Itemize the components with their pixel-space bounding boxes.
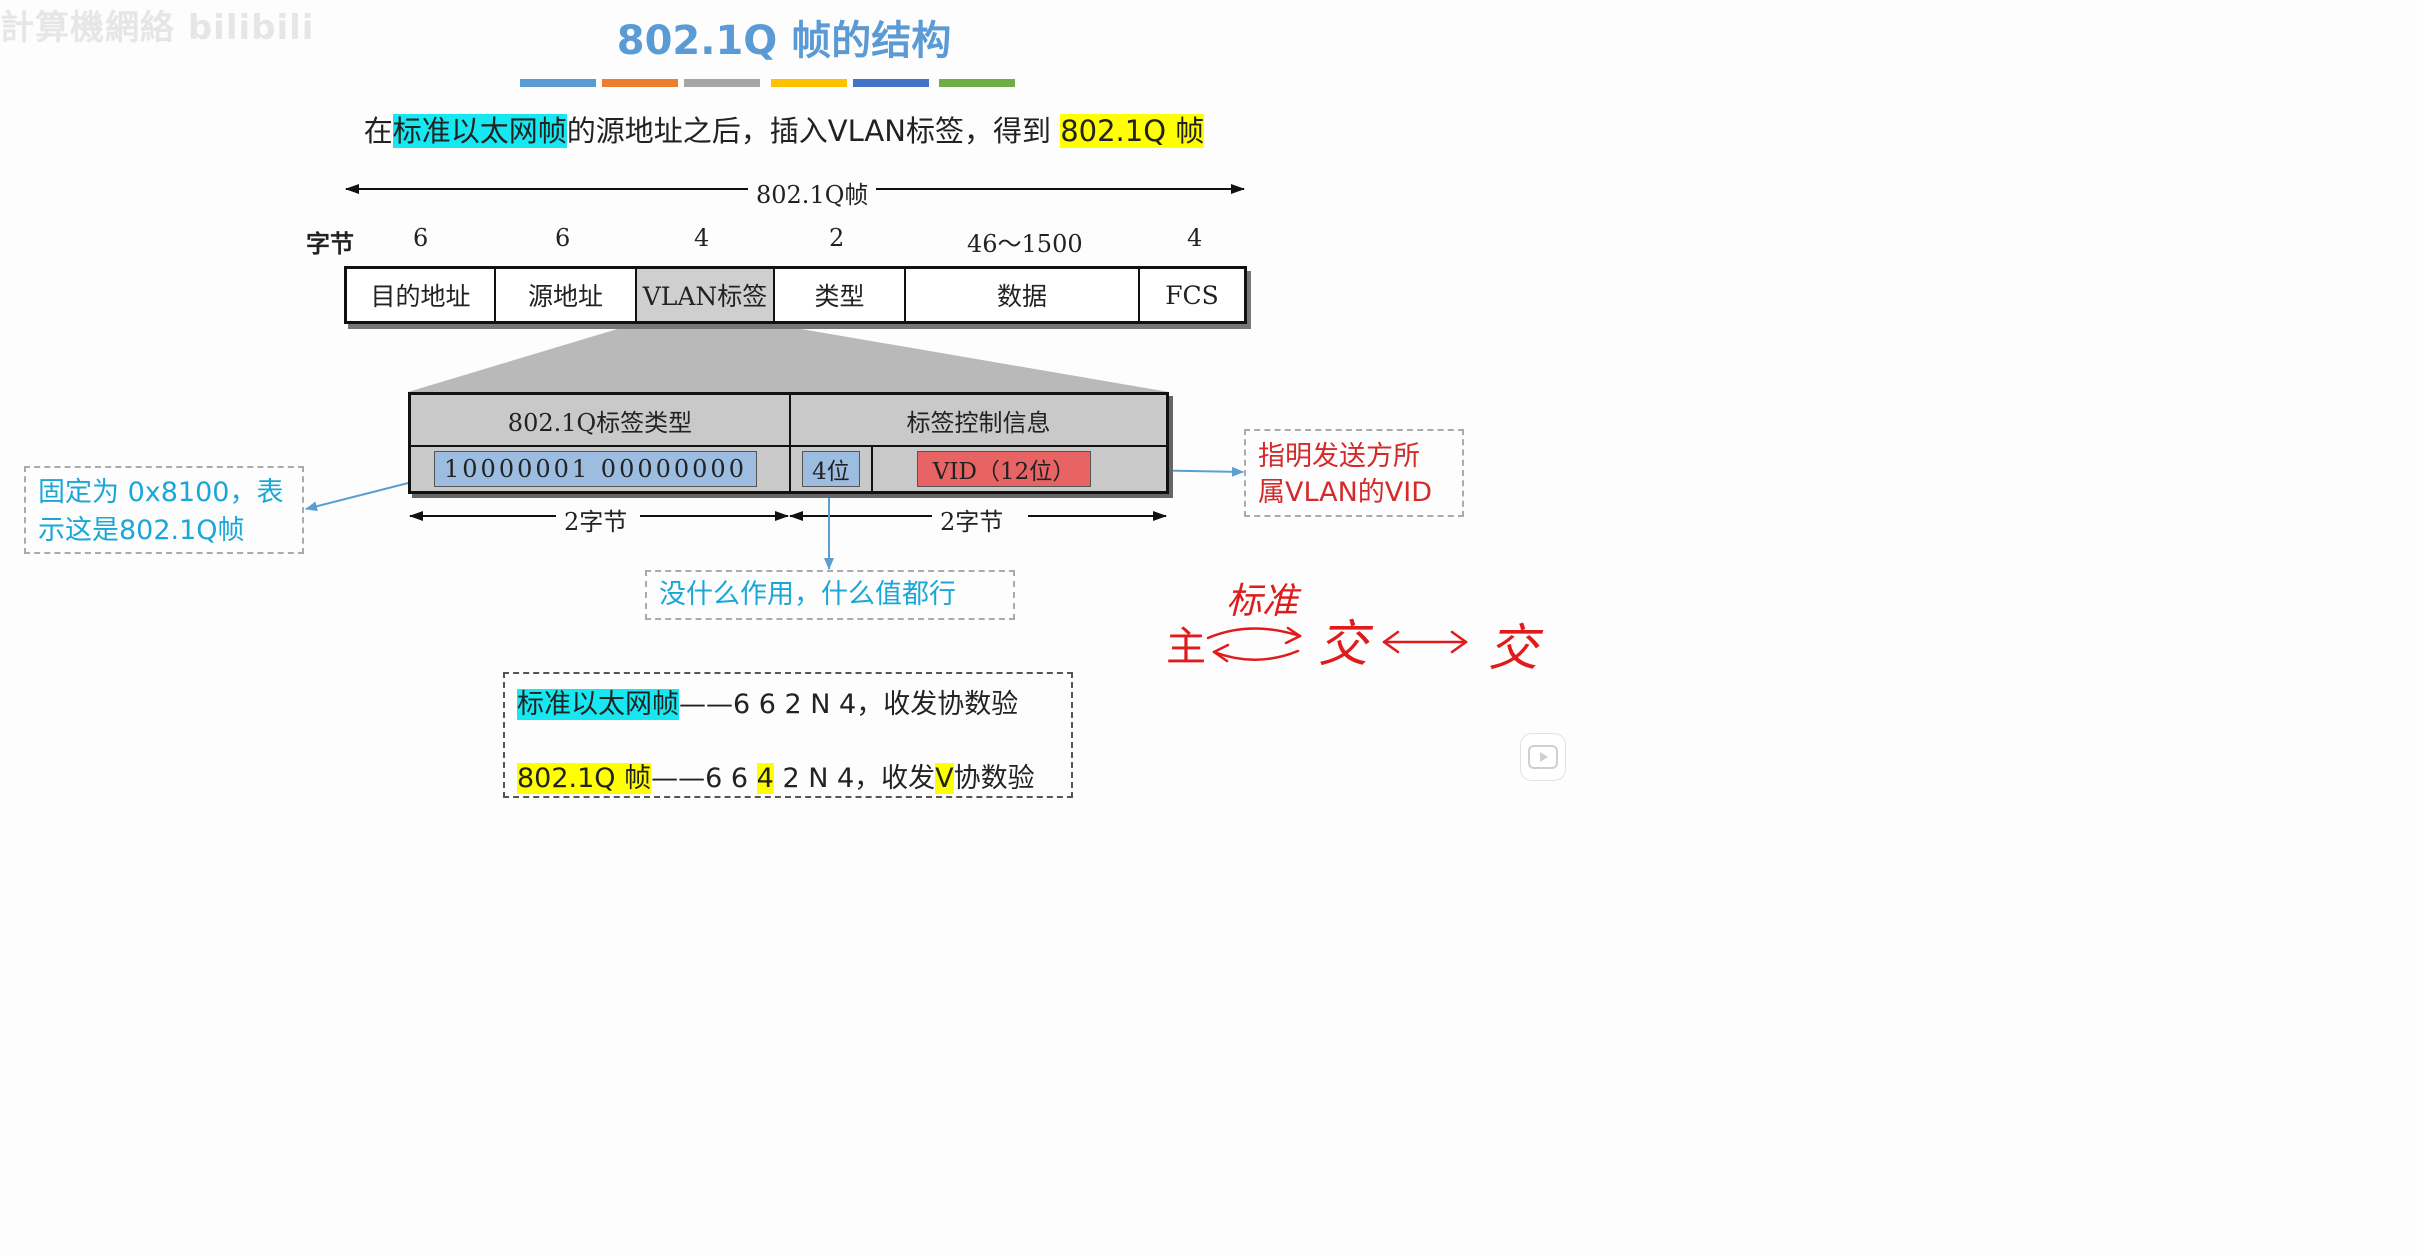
- summary-8021q-v: V: [935, 763, 954, 794]
- vlan-tag-detail: 802.1Q标签类型 标签控制信息 10000001 00000000 4位 V…: [408, 392, 1169, 494]
- note-priority: 没什么作用，什么值都行: [645, 570, 1015, 620]
- summary-standard-rest: ——6 6 2 N 4，收发协数验: [679, 689, 1019, 720]
- tag-control-header: 标签控制信息: [906, 408, 1051, 437]
- note-vid: 指明发送方所 属VLAN的VID: [1244, 429, 1464, 517]
- tag-type-header: 802.1Q标签类型: [411, 395, 791, 445]
- tag-priority-bits: 4位: [802, 451, 860, 487]
- note-fixed-line2: 示这是802.1Q帧: [38, 515, 245, 546]
- field-type: 类型: [775, 269, 906, 321]
- summary-standard-frame: 标准以太网帧: [517, 689, 679, 720]
- bytes-src: 6: [555, 224, 571, 252]
- tag-vid: VID（12位）: [917, 451, 1091, 487]
- floating-play-button[interactable]: [1520, 733, 1566, 781]
- bytes-vlan: 4: [694, 224, 710, 252]
- note-priority-text: 没什么作用，什么值都行: [659, 579, 956, 610]
- field-src-address: 源地址: [496, 269, 637, 321]
- summary-8021q-vlan-bytes: 4: [756, 763, 774, 794]
- note-fixed-line1: 固定为 0x8100，表: [38, 477, 284, 508]
- note-fixed-value: 固定为 0x8100，表 示这是802.1Q帧: [24, 466, 304, 554]
- vlan-zoom-projection: [408, 324, 1169, 392]
- handwriting-host: 主: [1166, 624, 1206, 670]
- tag-divider-2: [871, 445, 873, 491]
- note-vid-line1: 指明发送方所: [1258, 441, 1420, 472]
- summary-8021q-c: 2 N 4，收发: [773, 763, 936, 794]
- summary-8021q-e: 协数验: [953, 763, 1035, 794]
- field-data: 数据: [906, 269, 1140, 321]
- tag-type-span-label: 2字节: [556, 502, 636, 537]
- tag-control-span-label: 2字节: [932, 502, 1012, 537]
- field-fcs: FCS: [1165, 280, 1219, 310]
- summary-box: 标准以太网帧——6 6 2 N 4，收发协数验 802.1Q 帧——6 6 4 …: [503, 672, 1073, 798]
- frame-fields: 目的地址 源地址 VLAN标签 类型 数据 FCS: [344, 266, 1247, 324]
- frame-span-label: 802.1Q帧: [748, 175, 877, 210]
- handwriting-standard: 标准: [1226, 581, 1299, 622]
- summary-8021q-a: ——6 6: [651, 763, 757, 794]
- field-vlan-tag: VLAN标签: [637, 269, 775, 321]
- note-vid-line2: 属VLAN的VID: [1258, 477, 1433, 508]
- handwriting-switch-1: 交: [1318, 615, 1368, 673]
- bytes-data: 46～1500: [967, 230, 1083, 258]
- tag-type-bits: 10000001 00000000: [434, 451, 757, 487]
- summary-8021q-frame: 802.1Q 帧: [517, 763, 652, 794]
- summary-line-standard: 标准以太网帧——6 6 2 N 4，收发协数验: [517, 682, 1018, 721]
- tag-divider-1: [789, 445, 791, 491]
- field-dst-address: 目的地址: [347, 269, 496, 321]
- bytes-type: 2: [829, 224, 845, 252]
- handwriting-switch-2: 交: [1488, 619, 1538, 677]
- summary-line-8021q: 802.1Q 帧——6 6 4 2 N 4，收发V协数验: [517, 756, 1035, 795]
- bytes-dst: 6: [413, 224, 429, 252]
- play-icon: [1528, 745, 1558, 769]
- bytes-label: 字节: [306, 230, 354, 258]
- bytes-fcs: 4: [1187, 224, 1203, 252]
